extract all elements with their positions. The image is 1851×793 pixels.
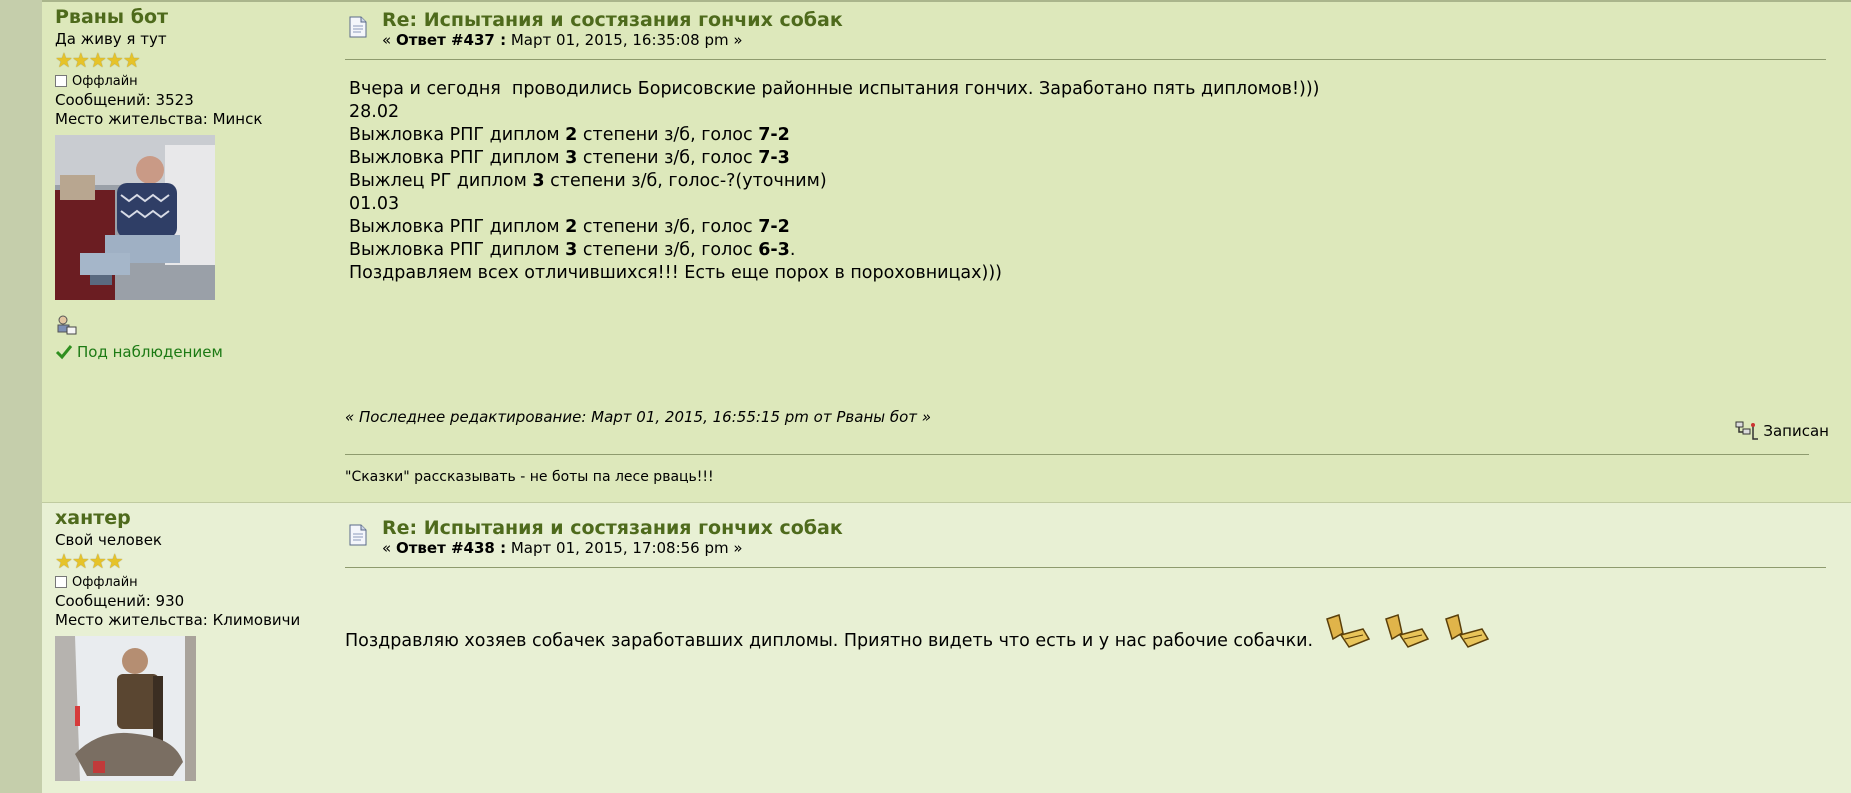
diploma-grade: 3 [565,240,578,260]
body-line: Выжлец РГ диплом 3 степени з/б, голос-?(… [349,171,827,191]
poster-name-link[interactable]: хантер [55,509,325,531]
body-line: 01.03 [349,194,400,214]
diploma-grade: 2 [565,217,578,237]
member-rank: Свой человек [55,531,162,549]
post-437: Рваны бот Да живу я тут ★★★★★ Оффлайн Со… [42,0,1851,502]
logged-icon [1735,421,1759,440]
body-line: Выжловка РПГ диплом 2 степени з/б, голос… [349,125,790,145]
meta-prefix: « [382,539,396,557]
voice-score: 7-3 [758,148,790,168]
post-meta: « Ответ #438 : Март 01, 2015, 17:08:56 p… [382,539,743,557]
voice-score: 7-2 [758,217,790,237]
post-count: Сообщений: 3523 [55,91,194,109]
meta-prefix: « [382,31,396,49]
body-line: Выжловка РПГ диплом 3 степени з/б, голос… [349,240,796,260]
watch-status: Под наблюдением [55,341,325,363]
rank-stars: ★★★★★ [55,48,141,72]
post-header: Re: Испытания и состязания гончих собак … [345,515,1826,568]
rank-stars: ★★★★ [55,549,124,573]
reply-number: Ответ #438 : [395,539,507,557]
poster-info: Рваны бот Да живу я тут ★★★★★ Оффлайн Со… [55,8,325,363]
post-body: Поздравляю хозяев собачек заработавших д… [345,613,1492,653]
profile-icon[interactable] [55,314,77,336]
body-line: 28.02 [349,102,400,122]
signature: "Сказки" рассказывать - не боты па лесе … [345,469,714,485]
location: Место жительства: Климовичи [55,611,301,629]
online-status-label: Оффлайн [72,574,138,590]
avatar[interactable] [55,636,196,781]
left-strip [0,0,42,793]
post-meta: « Ответ #437 : Март 01, 2015, 16:35:08 p… [382,31,743,49]
watch-status-label: Под наблюдением [77,342,223,361]
post-438: хантер Свой человек ★★★★ Оффлайн Сообщен… [42,502,1851,793]
online-status: Оффлайн [55,71,325,91]
document-icon [349,524,367,546]
voice-score: 7-2 [758,125,790,145]
post-body: Вчера и сегодня проводились Борисовские … [349,78,1320,285]
document-icon [349,16,367,38]
body-line: Выжловка РПГ диплом 3 степени з/б, голос… [349,148,790,168]
location: Место жительства: Минск [55,110,263,128]
avatar[interactable] [55,135,215,300]
post-date: Март 01, 2015, 17:08:56 pm » [506,539,743,557]
checkmark-icon [55,345,73,360]
applause-smiley-icon [1444,614,1489,648]
poster-info: хантер Свой человек ★★★★ Оффлайн Сообщен… [55,509,325,781]
body-line: Поздравляю хозяев собачек заработавших д… [345,631,1314,651]
body-line: Поздравляем всех отличившихся!!! Есть ещ… [349,263,1002,283]
last-edit-note: « Последнее редактирование: Март 01, 201… [345,408,932,426]
diploma-grade: 3 [565,148,578,168]
body-line: Выжловка РПГ диплом 2 степени з/б, голос… [349,217,790,237]
body-line: Вчера и сегодня проводились Борисовские … [349,79,1320,99]
online-status-label: Оффлайн [72,73,138,89]
report-label: Записан [1763,422,1829,440]
online-status: Оффлайн [55,572,325,592]
poster-name-link[interactable]: Рваны бот [55,8,325,30]
signature-divider [345,454,1809,455]
topic-content: Рваны бот Да живу я тут ★★★★★ Оффлайн Со… [42,0,1851,793]
post-date: Март 01, 2015, 16:35:08 pm » [506,31,743,49]
offline-icon [55,576,67,588]
voice-score: 6-3 [758,240,790,260]
diploma-grade: 2 [565,125,578,145]
applause-smiley-icon [1385,614,1430,648]
post-count: Сообщений: 930 [55,592,185,610]
applause-smiley-icon [1325,614,1370,648]
diploma-grade: 3 [532,171,545,191]
reply-number: Ответ #437 : [395,31,507,49]
member-rank: Да живу я тут [55,30,167,48]
report-link[interactable]: Записан [1735,420,1829,442]
post-header: Re: Испытания и состязания гончих собак … [345,7,1826,60]
post-subject-link[interactable]: Re: Испытания и состязания гончих собак [382,9,843,31]
post-subject-link[interactable]: Re: Испытания и состязания гончих собак [382,517,843,539]
offline-icon [55,75,67,87]
